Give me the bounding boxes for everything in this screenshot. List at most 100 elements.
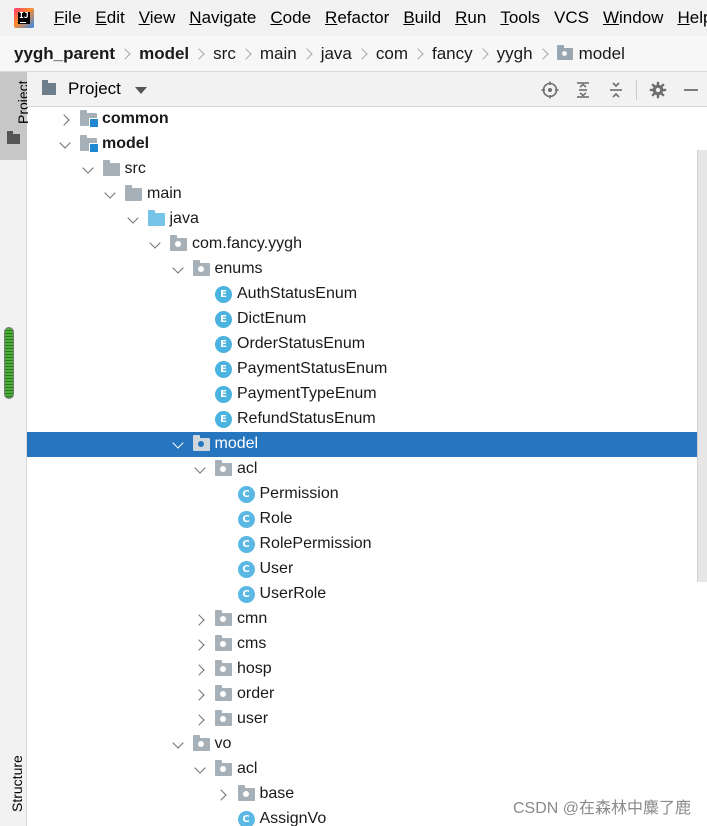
tree-node[interactable]: src <box>27 157 707 182</box>
tree-node[interactable]: enums <box>27 257 707 282</box>
chevron-right-icon <box>301 47 313 60</box>
tree-node[interactable]: E DictEnum <box>27 307 707 332</box>
menu-item-help[interactable]: Help <box>677 8 707 28</box>
chevron-down-icon[interactable] <box>170 262 186 278</box>
menu-label: ode <box>282 8 312 27</box>
tree-node[interactable]: E AuthStatusEnum <box>27 282 707 307</box>
menu-label: ools <box>508 8 541 27</box>
breadcrumb-item[interactable]: com <box>376 44 408 64</box>
breadcrumb-label: main <box>259 43 297 63</box>
collapse-all-icon <box>609 81 622 98</box>
tree-node[interactable]: acl <box>27 757 707 782</box>
tree-node[interactable]: E RefundStatusEnum <box>27 407 707 432</box>
breadcrumb-item[interactable]: model <box>556 44 625 64</box>
tree-node[interactable]: order <box>27 682 707 707</box>
toolbar-separator <box>636 79 637 100</box>
menu-item-run[interactable]: Run <box>455 8 486 28</box>
panel-title[interactable]: Project <box>68 79 121 99</box>
crosshair-icon <box>541 81 558 98</box>
structure-tool-button[interactable]: Structure <box>9 755 25 812</box>
breadcrumb-item[interactable]: fancy <box>432 44 473 64</box>
tree-node[interactable]: E PaymentStatusEnum <box>27 357 707 382</box>
tree-node[interactable]: vo <box>27 732 707 757</box>
tree-node[interactable]: C Permission <box>27 482 707 507</box>
tree-node[interactable]: com.fancy.yygh <box>27 232 707 257</box>
menu-items: File Edit View Navigate Code Refactor Build Run… <box>54 8 707 28</box>
breadcrumb-item[interactable]: yygh_parent <box>14 44 115 64</box>
chevron-down-icon[interactable] <box>134 86 147 94</box>
breadcrumb-item[interactable]: java <box>321 44 352 64</box>
tree-node[interactable]: cms <box>27 632 707 657</box>
tree-node-label: order <box>237 685 275 702</box>
menu-item-navigate[interactable]: Navigate <box>189 8 256 28</box>
tree-node[interactable]: main <box>27 182 707 207</box>
package-icon <box>215 635 232 651</box>
locate-button[interactable] <box>533 72 566 107</box>
project-panel-header: Project <box>27 72 707 107</box>
breadcrumb-item[interactable]: src <box>213 44 236 64</box>
tree-node[interactable]: C UserRole <box>27 582 707 607</box>
settings-button[interactable] <box>641 72 674 107</box>
menu-mnemonic: E <box>95 8 107 27</box>
project-tree[interactable]: common model src main java com.fancy.yygh enum… <box>27 107 707 826</box>
menu-item-view[interactable]: View <box>139 8 176 28</box>
tree-scrollbar[interactable] <box>697 150 707 582</box>
tree-node-label: User <box>259 560 294 577</box>
folder-icon <box>7 131 20 144</box>
chevron-down-icon[interactable] <box>80 162 96 178</box>
tree-node[interactable]: E PaymentTypeEnum <box>27 382 707 407</box>
chevron-down-icon[interactable] <box>170 437 186 453</box>
chevron-right-icon <box>476 47 489 60</box>
tree-node[interactable]: model <box>27 432 707 457</box>
menu-item-edit[interactable]: Edit <box>95 8 124 28</box>
chevron-down-icon[interactable] <box>102 187 118 203</box>
menu-item-vcs[interactable]: VCS <box>554 8 589 28</box>
breadcrumb-item[interactable]: yygh <box>497 44 533 64</box>
menu-item-refactor[interactable]: Refactor <box>325 8 389 28</box>
menu-mnemonic: F <box>54 8 65 27</box>
enum-icon: E <box>215 361 232 378</box>
package-icon <box>192 735 210 751</box>
chevron-down-icon[interactable] <box>147 237 163 253</box>
folder-icon <box>102 160 120 176</box>
menu-item-file[interactable]: File <box>54 8 81 28</box>
memory-indicator[interactable] <box>4 327 14 399</box>
tree-node[interactable]: common <box>27 107 707 132</box>
chevron-down-icon[interactable] <box>192 462 208 478</box>
tree-node[interactable]: cmn <box>27 607 707 632</box>
menu-item-window[interactable]: Window <box>603 8 663 28</box>
chevron-right-icon[interactable] <box>192 637 208 653</box>
chevron-right-icon <box>240 47 252 60</box>
breadcrumb-item[interactable]: main <box>260 44 297 64</box>
tree-node[interactable]: C Role <box>27 507 707 532</box>
project-tool-button[interactable]: Project <box>0 72 31 160</box>
package-icon <box>215 685 232 701</box>
chevron-right-icon[interactable] <box>57 112 73 128</box>
tree-node[interactable]: user <box>27 707 707 732</box>
chevron-right-icon[interactable] <box>192 612 208 628</box>
tree-node[interactable]: C User <box>27 557 707 582</box>
breadcrumb-item[interactable]: model <box>139 44 189 64</box>
tree-node[interactable]: java <box>27 207 707 232</box>
tree-node[interactable]: hosp <box>27 657 707 682</box>
collapse-all-button[interactable] <box>599 72 632 107</box>
expand-all-button[interactable] <box>566 72 599 107</box>
chevron-right-icon[interactable] <box>192 687 208 703</box>
menu-item-tools[interactable]: Tools <box>500 8 540 28</box>
hide-panel-button[interactable] <box>674 72 707 107</box>
chevron-down-icon[interactable] <box>57 137 73 153</box>
tree-node[interactable]: E OrderStatusEnum <box>27 332 707 357</box>
chevron-right-icon[interactable] <box>215 787 231 803</box>
menu-item-code[interactable]: Code <box>270 8 311 28</box>
chevron-right-icon[interactable] <box>192 712 208 728</box>
chevron-right-icon <box>412 47 424 60</box>
tree-node[interactable]: acl <box>27 457 707 482</box>
chevron-down-icon[interactable] <box>125 212 141 228</box>
tree-node[interactable]: model <box>27 132 707 157</box>
chevron-right-icon[interactable] <box>192 662 208 678</box>
tree-node[interactable]: C RolePermission <box>27 532 707 557</box>
intellij-logo-icon[interactable]: IJ <box>14 8 34 28</box>
chevron-down-icon[interactable] <box>170 737 186 753</box>
menu-item-build[interactable]: Build <box>403 8 441 28</box>
chevron-down-icon[interactable] <box>192 762 208 778</box>
